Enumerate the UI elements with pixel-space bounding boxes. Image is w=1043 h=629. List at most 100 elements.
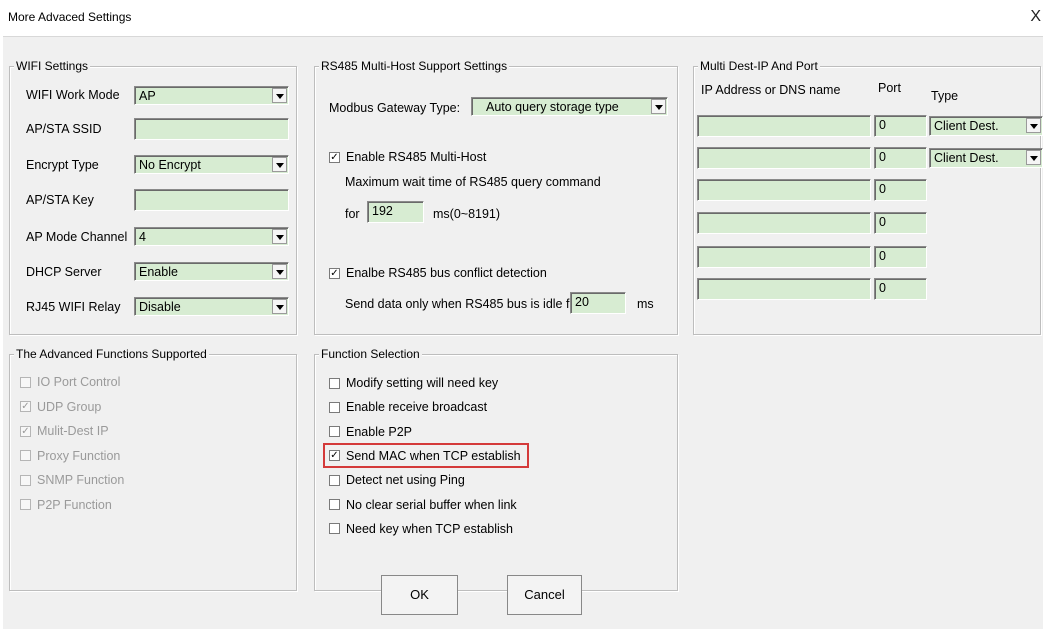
dhcp-server-select[interactable]: Enable bbox=[134, 262, 289, 281]
ok-button[interactable]: OK bbox=[381, 575, 458, 615]
encrypt-type-select[interactable]: No Encrypt bbox=[134, 155, 289, 174]
highlight-box bbox=[323, 443, 529, 468]
dest-port-input[interactable]: 0 bbox=[874, 212, 927, 234]
dest-port-input[interactable]: 0 bbox=[874, 147, 927, 169]
wifi-work-mode-label: WIFI Work Mode bbox=[26, 88, 120, 102]
chevron-down-icon[interactable] bbox=[272, 157, 287, 172]
ap-channel-label: AP Mode Channel bbox=[26, 230, 128, 244]
function-label: Detect net using Ping bbox=[346, 473, 465, 488]
dest-type-select[interactable]: Client Dest. bbox=[929, 116, 1043, 136]
chevron-down-icon[interactable] bbox=[272, 229, 287, 244]
ssid-label: AP/STA SSID bbox=[26, 122, 102, 136]
function-checkbox[interactable]: Need key when TCP establish bbox=[329, 522, 513, 536]
bus-conflict-label: Enalbe RS485 bus conflict detection bbox=[346, 266, 547, 280]
function-label: Modify setting will need key bbox=[346, 376, 499, 390]
advanced-function-label: Mulit-Dest IP bbox=[37, 424, 109, 438]
wait-time-input[interactable]: 192 bbox=[367, 201, 424, 223]
advanced-function-checkbox: SNMP Function bbox=[20, 473, 124, 487]
function-label: No clear serial buffer when link bbox=[346, 497, 517, 512]
wait-unit-label: ms(0~8191) bbox=[433, 207, 501, 221]
wifi-work-mode-select[interactable]: AP bbox=[134, 86, 289, 105]
checkbox-box[interactable] bbox=[329, 523, 340, 535]
dest-port-input[interactable]: 0 bbox=[874, 115, 927, 137]
col-ip-header: IP Address or DNS name bbox=[701, 83, 841, 97]
multi-dest-legend: Multi Dest-IP And Port bbox=[698, 59, 820, 73]
checkbox-box bbox=[20, 499, 31, 510]
advanced-function-label: SNMP Function bbox=[37, 473, 125, 487]
sta-key-label: AP/STA Key bbox=[26, 193, 94, 207]
chevron-down-icon[interactable] bbox=[272, 299, 287, 314]
idle-text: Send data only when RS485 bus is idle fo… bbox=[345, 297, 581, 311]
function-label: Need key when TCP establish bbox=[346, 521, 513, 536]
bus-conflict-checkbox[interactable]: ✓ Enalbe RS485 bus conflict detection bbox=[329, 266, 547, 280]
col-port-header: Port bbox=[878, 81, 901, 95]
advanced-function-label: Proxy Function bbox=[37, 448, 121, 463]
bus-conflict-check-box[interactable]: ✓ bbox=[329, 267, 340, 279]
chevron-down-icon[interactable] bbox=[1026, 118, 1041, 133]
ssid-input[interactable] bbox=[134, 118, 289, 140]
col-type-header: Type bbox=[931, 89, 959, 103]
encrypt-type-value: No Encrypt bbox=[139, 158, 201, 172]
dest-ip-input[interactable] bbox=[697, 179, 871, 201]
function-selection-legend: Function Selection bbox=[319, 347, 422, 361]
advanced-function-checkbox: IO Port Control bbox=[20, 375, 120, 389]
dest-ip-input[interactable] bbox=[697, 246, 871, 268]
checkbox-box: ✓ bbox=[20, 401, 31, 412]
advanced-function-label: UDP Group bbox=[37, 399, 102, 414]
title-bar: More Advaced Settings X bbox=[0, 0, 1043, 36]
dest-ip-input[interactable] bbox=[697, 278, 871, 300]
modbus-gateway-label: Modbus Gateway Type: bbox=[329, 101, 461, 115]
dest-ip-input[interactable] bbox=[697, 115, 871, 137]
chevron-down-icon[interactable] bbox=[1026, 150, 1041, 165]
checkbox-box[interactable] bbox=[329, 377, 340, 389]
rj45-relay-label: RJ45 WIFI Relay bbox=[26, 300, 121, 314]
chevron-down-icon[interactable] bbox=[272, 88, 287, 103]
advanced-function-label: IO Port Control bbox=[37, 375, 121, 389]
enable-multihost-checkbox[interactable]: ✓ Enable RS485 Multi-Host bbox=[329, 150, 486, 164]
dest-type-value: Client Dest. bbox=[934, 151, 999, 165]
chevron-down-icon[interactable] bbox=[651, 99, 666, 114]
dest-port-input[interactable]: 0 bbox=[874, 278, 927, 300]
wifi-settings-legend: WIFI Settings bbox=[14, 59, 91, 73]
function-label: Enable receive broadcast bbox=[346, 400, 488, 415]
function-checkbox[interactable]: Modify setting will need key bbox=[329, 376, 498, 390]
close-icon[interactable]: X bbox=[1030, 8, 1041, 26]
sta-key-input[interactable] bbox=[134, 189, 289, 211]
advanced-function-checkbox: ✓ UDP Group bbox=[20, 400, 101, 414]
chevron-down-icon[interactable] bbox=[272, 264, 287, 279]
checkbox-box[interactable] bbox=[329, 426, 340, 438]
checkbox-box bbox=[20, 450, 31, 461]
checkbox-box bbox=[20, 376, 31, 388]
checkbox-box[interactable] bbox=[329, 401, 340, 413]
dest-ip-input[interactable] bbox=[697, 212, 871, 234]
dhcp-server-value: Enable bbox=[139, 265, 178, 279]
function-checkbox[interactable]: Enable receive broadcast bbox=[329, 400, 487, 414]
cancel-button[interactable]: Cancel bbox=[507, 575, 582, 615]
checkbox-box bbox=[20, 474, 31, 486]
function-checkbox[interactable]: No clear serial buffer when link bbox=[329, 498, 517, 512]
rs485-settings-legend: RS485 Multi-Host Support Settings bbox=[319, 59, 510, 73]
checkbox-box[interactable] bbox=[329, 499, 340, 510]
function-checkbox[interactable]: Detect net using Ping bbox=[329, 473, 465, 487]
dest-type-select[interactable]: Client Dest. bbox=[929, 148, 1043, 168]
multihost-label: Enable RS485 Multi-Host bbox=[346, 150, 487, 164]
dhcp-server-label: DHCP Server bbox=[26, 265, 102, 279]
advanced-function-checkbox: P2P Function bbox=[20, 498, 112, 512]
idle-unit-label: ms bbox=[637, 297, 654, 311]
modbus-gateway-select[interactable]: Auto query storage type bbox=[471, 97, 668, 116]
dest-port-input[interactable]: 0 bbox=[874, 179, 927, 201]
encrypt-type-label: Encrypt Type bbox=[26, 158, 99, 172]
idle-time-input[interactable]: 20 bbox=[570, 292, 626, 314]
checkbox-box[interactable] bbox=[329, 474, 340, 486]
multihost-check-box[interactable]: ✓ bbox=[329, 151, 340, 163]
checkbox-box: ✓ bbox=[20, 425, 31, 437]
rj45-relay-select[interactable]: Disable bbox=[134, 297, 289, 316]
function-checkbox[interactable]: Enable P2P bbox=[329, 425, 412, 439]
advanced-function-checkbox: Proxy Function bbox=[20, 449, 120, 463]
dialog-body: WIFI Settings WIFI Work Mode AP AP/STA S… bbox=[3, 36, 1043, 629]
ap-channel-select[interactable]: 4 bbox=[134, 227, 289, 246]
wifi-work-mode-value: AP bbox=[139, 89, 156, 103]
dest-ip-input[interactable] bbox=[697, 147, 871, 169]
dest-port-input[interactable]: 0 bbox=[874, 246, 927, 268]
advanced-function-checkbox: ✓ Mulit-Dest IP bbox=[20, 424, 109, 438]
